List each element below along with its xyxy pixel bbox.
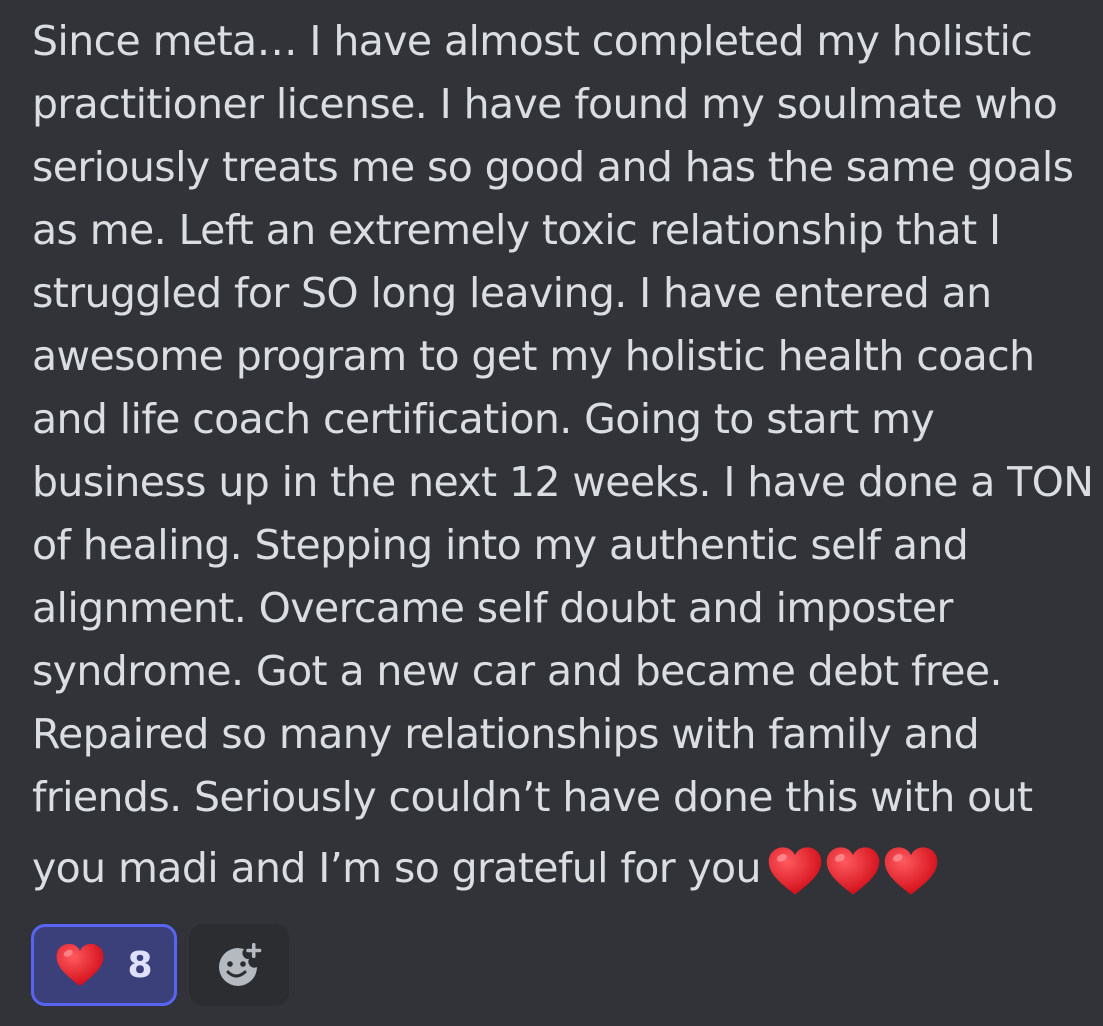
message-line: business up in the next 12 weeks. I have… [32, 458, 1094, 506]
message-line: seriously treats me so good and has the … [32, 143, 1074, 191]
message-line: as me. Left an extremely toxic relations… [32, 206, 1001, 254]
message-line: syndrome. Got a new car and became debt … [32, 647, 1003, 695]
reaction-heart-button[interactable]: 8 [31, 924, 177, 1006]
heart-emoji-group [767, 845, 939, 897]
message-line: awesome program to get my holistic healt… [32, 332, 1035, 380]
reaction-count: 8 [127, 944, 153, 986]
message-line: Repaired so many relationships with fami… [32, 710, 980, 758]
message-line: friends. Seriously couldn’t have done th… [32, 773, 1033, 821]
add-reaction-smiley-icon [219, 943, 262, 986]
reactions-bar: 8 [31, 924, 289, 1006]
red-heart-icon [57, 943, 104, 987]
red-heart-icon [768, 847, 822, 895]
message-line: alignment. Overcame self doubt and impos… [32, 584, 953, 632]
message-line: practitioner license. I have found my so… [32, 80, 1058, 128]
message-line: struggled for SO long leaving. I have en… [32, 269, 992, 317]
message-line-text: you madi and I’m so grateful for you [32, 844, 762, 892]
add-reaction-button[interactable] [189, 924, 289, 1006]
message-line: and life coach certification. Going to s… [32, 395, 935, 443]
message-last-line: you madi and I’m so grateful for you [32, 829, 1092, 907]
message-content: Since meta… I have almost completed my h… [32, 10, 1094, 907]
red-heart-icon [826, 847, 880, 895]
red-heart-icon [884, 847, 938, 895]
message-line: of healing. Stepping into my authentic s… [32, 521, 969, 569]
message-line: Since meta… I have almost completed my h… [32, 17, 1033, 65]
